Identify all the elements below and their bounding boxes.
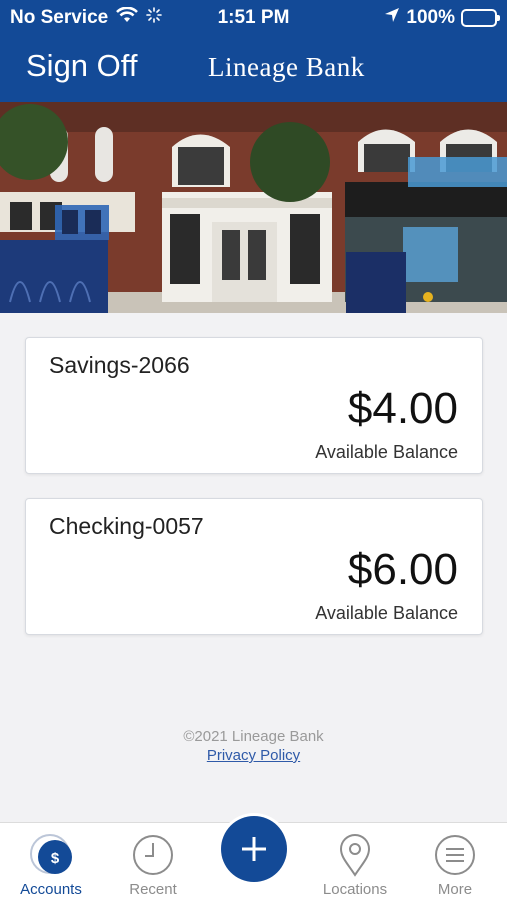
status-bar: No Service 1:51 PM 100% — [0, 0, 507, 34]
tab-label: Recent — [129, 881, 177, 898]
top-navigation-bar: Sign Off Lineage Bank — [0, 34, 507, 102]
privacy-policy-link: Privacy Policy — [0, 747, 507, 764]
add-action-button[interactable] — [221, 816, 287, 882]
tab-recent[interactable]: Recent — [103, 823, 203, 900]
account-balance: $4.00 — [347, 384, 458, 433]
location-arrow-icon — [384, 7, 400, 29]
account-card-savings[interactable]: Savings-2066 $4.00 Available Balance — [25, 337, 483, 474]
tab-accounts[interactable]: $ Accounts — [1, 823, 101, 900]
bank-logo-text: Lineage Bank — [208, 52, 365, 82]
account-balance: $6.00 — [347, 545, 458, 594]
svg-text:$: $ — [51, 850, 60, 867]
hero-storefront-image — [0, 102, 507, 313]
tab-label: More — [437, 881, 473, 898]
menu-icon — [433, 833, 477, 881]
account-card-checking[interactable]: Checking-0057 $6.00 Available Balance — [25, 498, 483, 635]
map-pin-icon — [337, 833, 373, 881]
sign-off-button[interactable]: Sign Off — [26, 48, 137, 84]
battery-icon — [461, 9, 500, 27]
battery-percent: 100% — [406, 7, 455, 28]
copyright-text: ©2021 Lineage Bank — [183, 728, 324, 745]
tab-locations[interactable]: Locations — [305, 823, 405, 900]
tab-label: Accounts — [20, 881, 82, 898]
clock-icon — [131, 833, 175, 881]
tab-more[interactable]: More — [405, 823, 505, 900]
plus-icon — [221, 837, 287, 886]
tab-label: Locations — [322, 881, 388, 898]
account-name: Savings-2066 — [49, 352, 190, 378]
available-balance-label: Available Balance — [315, 603, 458, 623]
bank-logo: Lineage Bank — [208, 52, 365, 83]
account-name: Checking-0057 — [49, 513, 204, 539]
privacy-policy-link-text[interactable]: Privacy Policy — [207, 747, 300, 764]
available-balance-label: Available Balance — [315, 442, 458, 462]
dollar-circle-icon: $ — [29, 833, 73, 881]
